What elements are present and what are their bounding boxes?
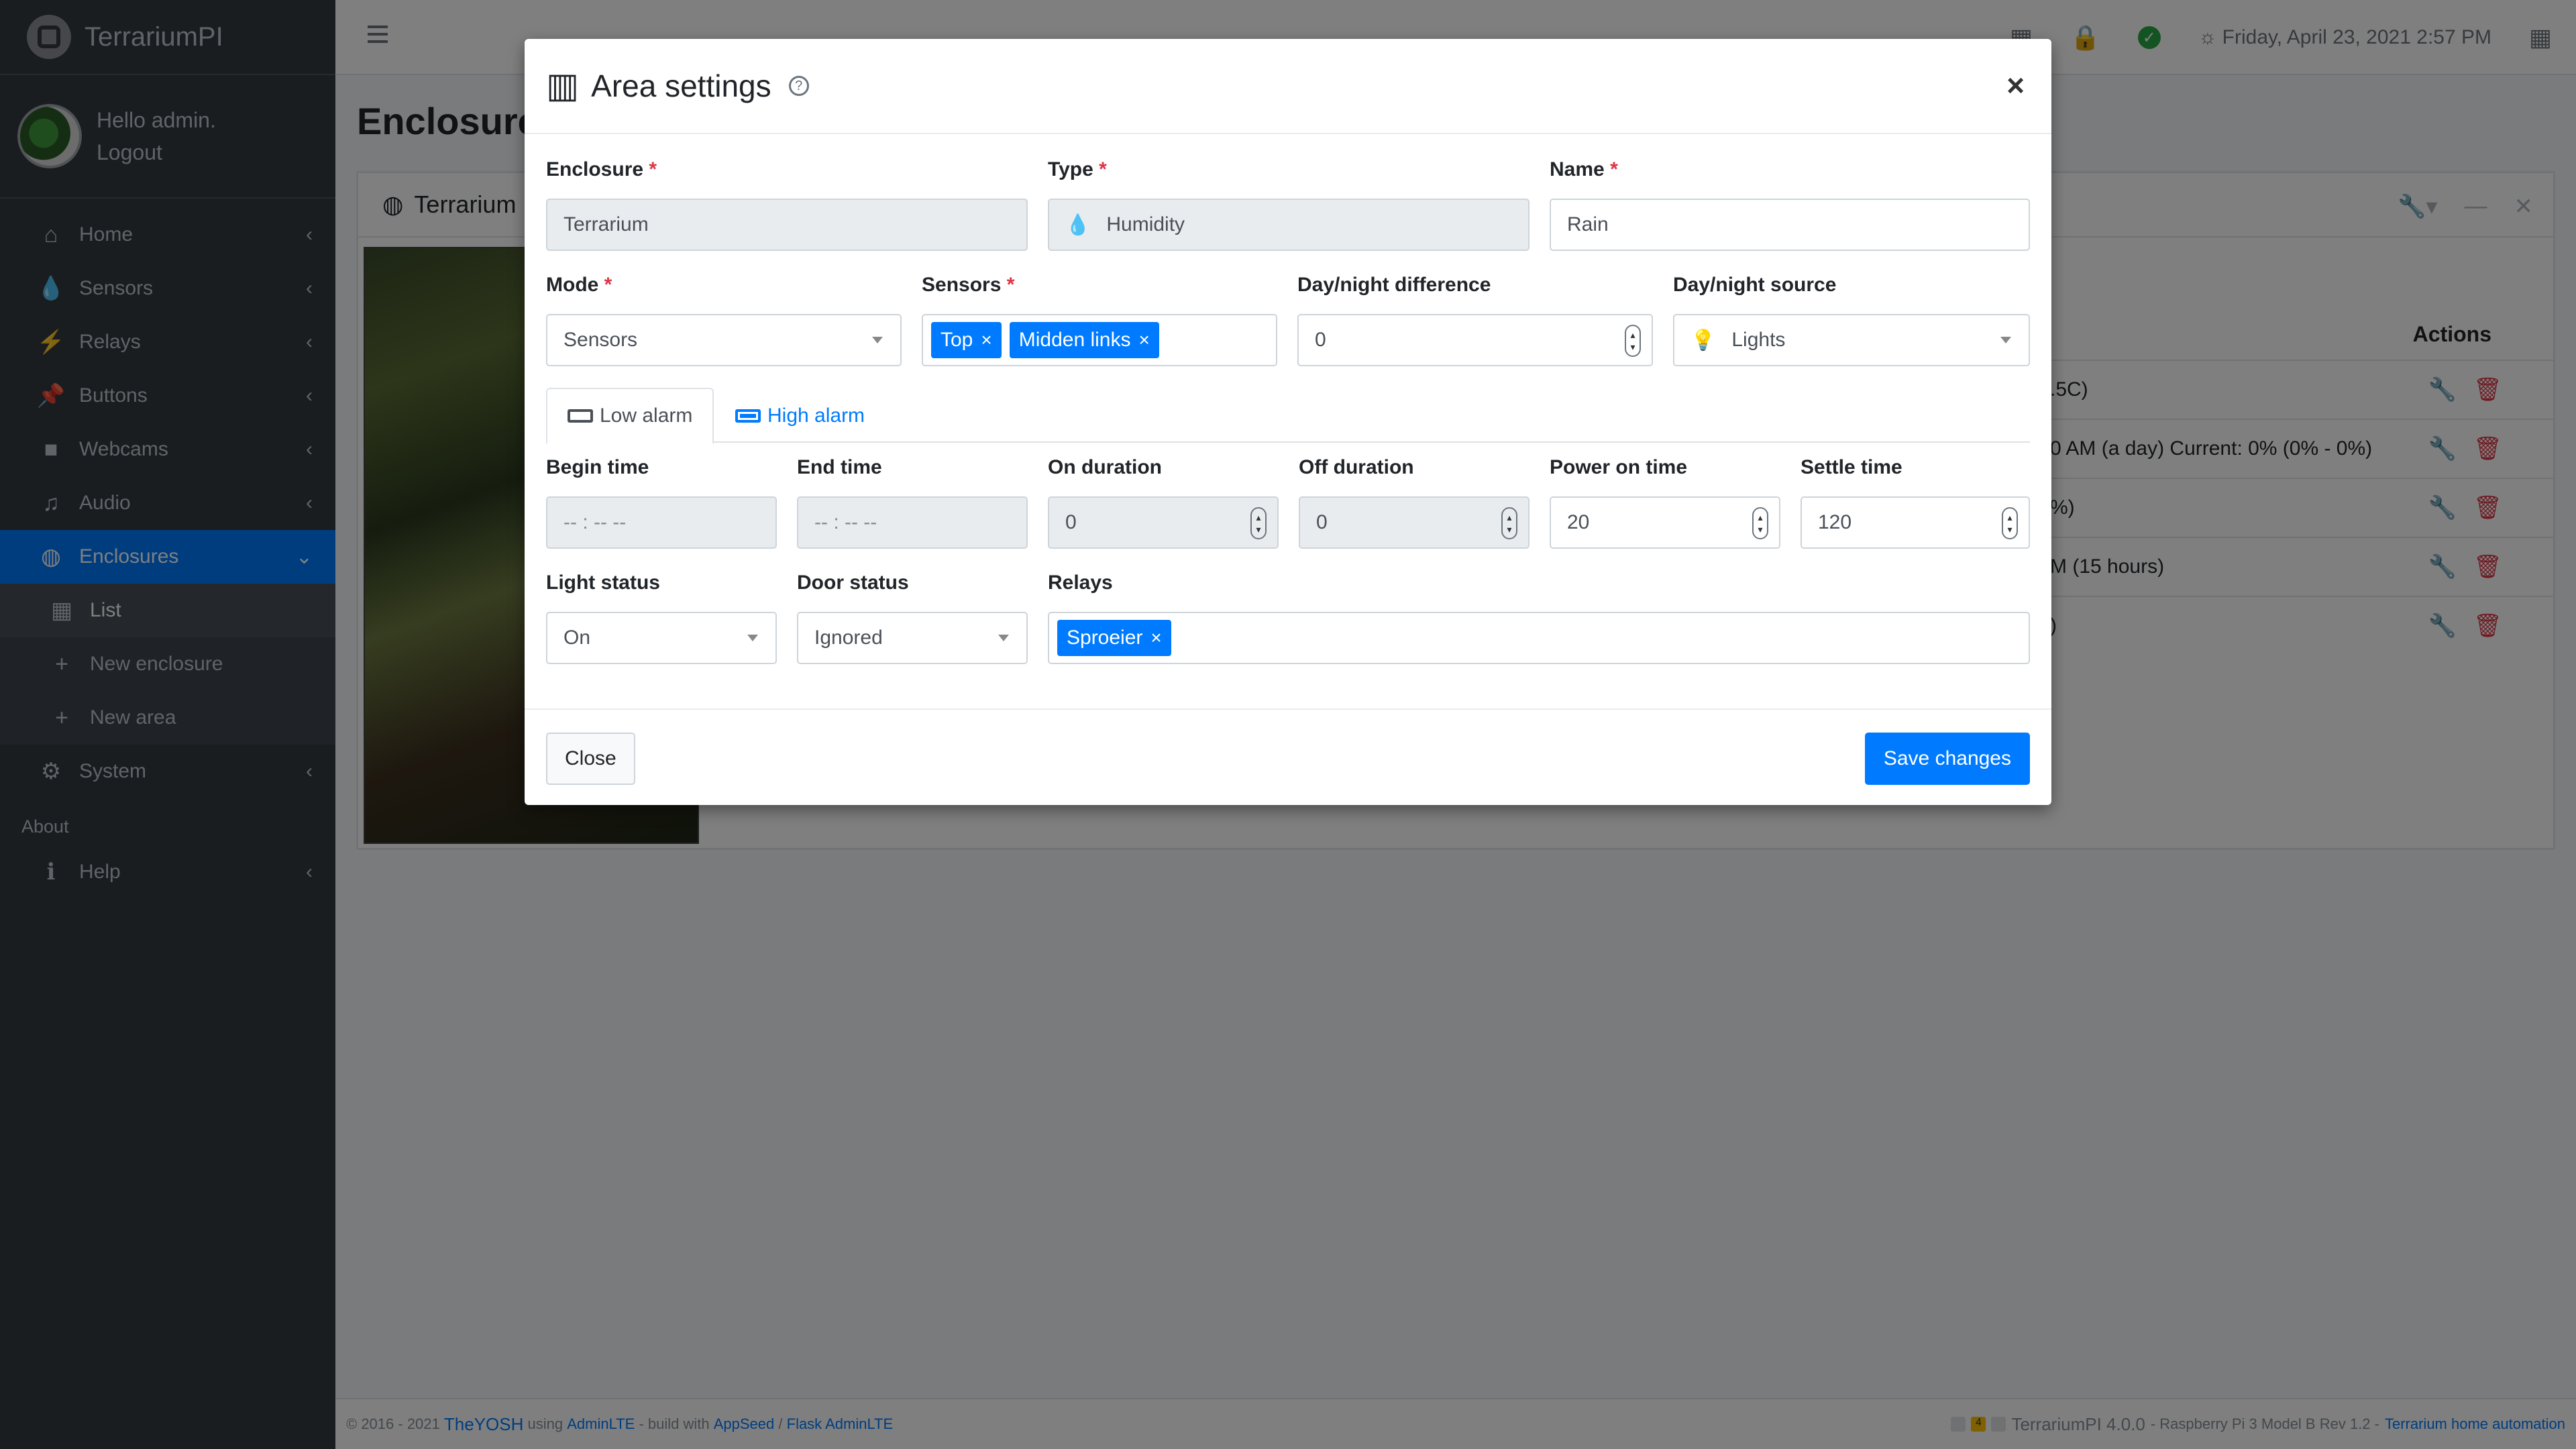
daynight-source-label: Day/night source xyxy=(1673,274,1837,296)
light-status-value: On xyxy=(564,627,591,649)
sensor-tag: Midden links × xyxy=(1009,322,1159,358)
begin-time-input: -- : -- -- xyxy=(546,496,777,549)
map-icon: ▥ xyxy=(546,66,580,105)
end-time-label: End time xyxy=(797,456,882,478)
caret-down-icon xyxy=(2000,337,2011,343)
enclosure-field: Terrarium xyxy=(546,199,1028,251)
remove-tag-icon[interactable]: × xyxy=(981,329,991,351)
save-changes-button[interactable]: Save changes xyxy=(1864,733,2030,785)
relays-label: Relays xyxy=(1048,572,1113,594)
light-status-label: Light status xyxy=(546,572,660,594)
settle-time-label: Settle time xyxy=(1801,456,1902,478)
begin-time-label: Begin time xyxy=(546,456,649,478)
power-on-time-input[interactable]: 20 ▴ ▾ xyxy=(1550,496,1780,549)
daynight-source-value: Lights xyxy=(1731,329,1786,351)
mode-label: Mode * xyxy=(546,274,612,296)
area-settings-modal: ▥ Area settings ? × Enclosure * Terrariu… xyxy=(525,39,2051,805)
daynight-source-select[interactable]: 💡 Lights xyxy=(1673,314,2030,366)
power-on-time-label: Power on time xyxy=(1550,456,1688,478)
stepper-icon[interactable]: ▴ ▾ xyxy=(1752,507,1768,539)
on-duration-label: On duration xyxy=(1048,456,1162,478)
mode-value: Sensors xyxy=(564,329,638,351)
modal-footer: Close Save changes xyxy=(525,708,2051,805)
end-time-input: -- : -- -- xyxy=(797,496,1028,549)
daynight-diff-label: Day/night difference xyxy=(1297,274,1491,296)
stepper-icon: ▴ ▾ xyxy=(1501,507,1517,539)
on-duration-value: 0 xyxy=(1065,511,1077,533)
battery-empty-icon xyxy=(568,409,593,423)
daynight-diff-input[interactable]: 0 ▴ ▾ xyxy=(1297,314,1653,366)
caret-down-icon xyxy=(998,635,1009,641)
door-status-select[interactable]: Ignored xyxy=(797,612,1028,664)
relays-multiselect[interactable]: Sproeier × xyxy=(1048,612,2030,664)
door-status-value: Ignored xyxy=(814,627,883,649)
begin-time-placeholder: -- : -- -- xyxy=(564,511,627,533)
door-status-label: Door status xyxy=(797,572,909,594)
end-time-placeholder: -- : -- -- xyxy=(814,511,877,533)
enclosure-value: Terrarium xyxy=(564,213,649,235)
close-button[interactable]: Close xyxy=(546,733,635,785)
settle-time-value: 120 xyxy=(1818,511,1852,533)
off-duration-label: Off duration xyxy=(1299,456,1414,478)
type-label: Type * xyxy=(1048,158,1107,180)
off-duration-input: 0 ▴ ▾ xyxy=(1299,496,1529,549)
remove-tag-icon[interactable]: × xyxy=(1150,627,1161,649)
power-on-time-value: 20 xyxy=(1567,511,1590,533)
on-duration-input: 0 ▴ ▾ xyxy=(1048,496,1279,549)
settle-time-input[interactable]: 120 ▴ ▾ xyxy=(1801,496,2030,549)
caret-down-icon xyxy=(872,337,883,343)
sensor-tag: Top × xyxy=(931,322,1002,358)
stepper-icon[interactable]: ▴ ▾ xyxy=(2002,507,2018,539)
modal-title: Area settings xyxy=(591,68,771,103)
off-duration-value: 0 xyxy=(1316,511,1328,533)
tab-low-alarm[interactable]: Low alarm xyxy=(546,388,714,444)
light-status-select[interactable]: On xyxy=(546,612,777,664)
name-field[interactable]: Rain xyxy=(1550,199,2030,251)
mode-select[interactable]: Sensors xyxy=(546,314,902,366)
remove-tag-icon[interactable]: × xyxy=(1138,329,1149,351)
stepper-icon: ▴ ▾ xyxy=(1250,507,1267,539)
enclosure-label: Enclosure * xyxy=(546,158,657,180)
relay-tag: Sproeier × xyxy=(1057,620,1171,656)
name-value: Rain xyxy=(1567,213,1609,235)
close-icon[interactable]: × xyxy=(2006,67,2025,103)
lightbulb-icon: 💡 xyxy=(1690,329,1716,352)
tab-label: Low alarm xyxy=(600,405,693,427)
tint-icon: 💧 xyxy=(1065,213,1091,236)
sensors-multiselect[interactable]: Top × Midden links × xyxy=(922,314,1277,366)
battery-full-icon xyxy=(735,409,761,423)
type-value: Humidity xyxy=(1106,213,1185,235)
help-icon[interactable]: ? xyxy=(788,76,809,96)
caret-down-icon xyxy=(747,635,758,641)
name-label: Name * xyxy=(1550,158,1618,180)
tab-label: High alarm xyxy=(767,405,865,427)
stepper-icon[interactable]: ▴ ▾ xyxy=(1625,325,1641,357)
sensors-label: Sensors * xyxy=(922,274,1015,296)
type-field: 💧 Humidity xyxy=(1048,199,1529,251)
alarm-tabs: Low alarm High alarm xyxy=(546,388,2030,444)
daynight-diff-value: 0 xyxy=(1315,329,1326,351)
tab-high-alarm[interactable]: High alarm xyxy=(715,388,885,444)
